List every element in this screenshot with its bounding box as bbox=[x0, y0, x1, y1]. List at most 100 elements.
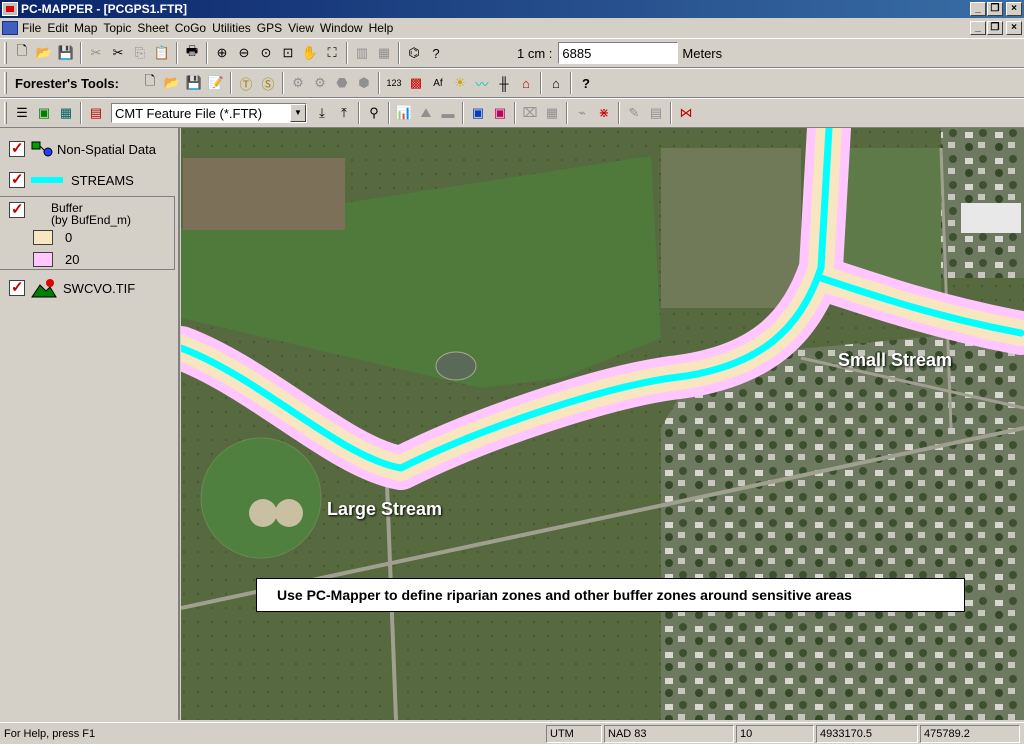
menu-map[interactable]: Map bbox=[74, 21, 103, 35]
pan-hand-icon[interactable]: ✋ bbox=[299, 42, 321, 64]
gps-receiver-icon[interactable]: ⌁ bbox=[571, 102, 593, 124]
tree-s-icon[interactable]: Ⓢ bbox=[257, 72, 279, 94]
open-folder-icon[interactable]: 📂 bbox=[33, 42, 55, 64]
af-icon[interactable]: Af bbox=[427, 72, 449, 94]
ft-open-icon[interactable]: 📂 bbox=[161, 72, 183, 94]
lamp-icon[interactable]: ⌬ bbox=[403, 42, 425, 64]
numeric-123-icon[interactable]: 123 bbox=[383, 72, 405, 94]
restore-button[interactable]: ❐ bbox=[987, 2, 1003, 16]
minimize-button[interactable]: _ bbox=[970, 2, 986, 16]
menu-window[interactable]: Window bbox=[320, 21, 369, 35]
legend-row-streams[interactable]: STREAMS bbox=[0, 170, 178, 188]
legend-row-buffer[interactable]: Buffer (by BufEnd_m) bbox=[0, 200, 178, 226]
menu-bar: File Edit Map Topic Sheet CoGo Utilities… bbox=[0, 18, 1024, 38]
gear-2-icon[interactable]: ⚙ bbox=[309, 72, 331, 94]
foresters-tools-label: Forester's Tools: bbox=[15, 75, 119, 91]
scale-input[interactable] bbox=[558, 42, 679, 64]
polygon-2-icon[interactable]: ⬢ bbox=[353, 72, 375, 94]
map-view-icon[interactable]: ▣ bbox=[33, 102, 55, 124]
menu-gps[interactable]: GPS bbox=[257, 21, 288, 35]
context-help-icon[interactable]: ? bbox=[425, 42, 447, 64]
traverse-icon[interactable]: ⋈ bbox=[675, 102, 697, 124]
layer-visibility-checkbox[interactable] bbox=[9, 139, 25, 157]
barn-icon[interactable]: ⌂ bbox=[515, 72, 537, 94]
menu-topic[interactable]: Topic bbox=[103, 21, 137, 35]
zoom-extent-icon[interactable]: ⛶ bbox=[321, 42, 343, 64]
menu-view[interactable]: View bbox=[288, 21, 320, 35]
house-icon[interactable]: ⌂ bbox=[545, 72, 567, 94]
ft-save-icon[interactable]: 💾 bbox=[183, 72, 205, 94]
map-canvas[interactable]: Large Stream Small Stream bbox=[181, 128, 1024, 720]
tree-t-icon[interactable]: Ⓣ bbox=[235, 72, 257, 94]
feature-file-select[interactable]: CMT Feature File (*.FTR) ▼ bbox=[111, 103, 307, 123]
scale-unit: Meters bbox=[682, 45, 723, 61]
export-icon[interactable]: ⤒ bbox=[333, 102, 355, 124]
camera-icon[interactable]: ⌧ bbox=[519, 102, 541, 124]
ft-report-icon[interactable]: 📝 bbox=[205, 72, 227, 94]
chevron-down-icon[interactable]: ▼ bbox=[290, 104, 306, 122]
toolbar-grip[interactable] bbox=[4, 72, 7, 94]
doc-restore-button[interactable]: ❐ bbox=[987, 21, 1003, 35]
split-view-icon[interactable]: ▬ bbox=[437, 102, 459, 124]
legend-toggle-icon[interactable]: ☰ bbox=[11, 102, 33, 124]
table-view-icon[interactable]: ▦ bbox=[55, 102, 77, 124]
import-icon[interactable]: ⤓ bbox=[311, 102, 333, 124]
chart-icon[interactable]: 📊 bbox=[393, 102, 415, 124]
paste-icon[interactable]: 📋 bbox=[151, 42, 173, 64]
grid-icon[interactable]: ▦ bbox=[541, 102, 563, 124]
close-button[interactable]: × bbox=[1006, 2, 1022, 16]
profile-icon[interactable]: ⛰ bbox=[415, 102, 437, 124]
toolbar-grip[interactable] bbox=[4, 42, 7, 64]
edit-pen-icon[interactable]: ✎ bbox=[623, 102, 645, 124]
menu-help[interactable]: Help bbox=[369, 21, 400, 35]
cut-feature-icon[interactable]: ✂ bbox=[107, 42, 129, 64]
save-icon[interactable]: 💾 bbox=[55, 42, 77, 64]
stream-line-icon[interactable]: 〰 bbox=[471, 72, 493, 94]
ft-new-icon[interactable]: 🗋 bbox=[139, 72, 161, 94]
legend-panel: Non-Spatial Data STREAMS Buffer (by BufE… bbox=[0, 128, 180, 720]
delete-column-icon[interactable]: ▦ bbox=[373, 42, 395, 64]
menu-sheet[interactable]: Sheet bbox=[137, 21, 174, 35]
legend-row-image[interactable]: SWCVO.TIF bbox=[0, 278, 178, 298]
attribute-table-icon[interactable]: ▤ bbox=[645, 102, 667, 124]
insert-column-icon[interactable]: ▥ bbox=[351, 42, 373, 64]
image-2-icon[interactable]: ▣ bbox=[489, 102, 511, 124]
zoom-out-icon[interactable]: ⊖ bbox=[233, 42, 255, 64]
gps-signal-icon[interactable]: ⋇ bbox=[593, 102, 615, 124]
raster-image-icon bbox=[31, 279, 57, 298]
polygon-1-icon[interactable]: ⬣ bbox=[331, 72, 353, 94]
legend-row-nonspatial[interactable]: Non-Spatial Data bbox=[0, 139, 178, 158]
grid-layer-icon[interactable]: ▩ bbox=[405, 72, 427, 94]
new-file-icon[interactable]: 🗋 bbox=[11, 42, 33, 64]
menu-utilities[interactable]: Utilities bbox=[212, 21, 257, 35]
layers-color-icon[interactable]: ▤ bbox=[85, 102, 107, 124]
small-stream-label: Small Stream bbox=[838, 350, 953, 370]
zoom-window-icon[interactable]: ⊡ bbox=[277, 42, 299, 64]
title-bar: PC-MAPPER - [PCGPS1.FTR] _ ❐ × bbox=[0, 0, 1024, 18]
gear-1-icon[interactable]: ⚙ bbox=[287, 72, 309, 94]
layer-visibility-checkbox[interactable] bbox=[9, 200, 25, 218]
zoom-previous-icon[interactable]: ⊙ bbox=[255, 42, 277, 64]
menu-edit[interactable]: Edit bbox=[47, 21, 74, 35]
cut-icon[interactable]: ✂ bbox=[85, 42, 107, 64]
doc-minimize-button[interactable]: _ bbox=[970, 21, 986, 35]
print-icon[interactable]: 🖶 bbox=[181, 42, 203, 64]
help-icon[interactable]: ? bbox=[575, 72, 597, 94]
image-1-icon[interactable]: ▣ bbox=[467, 102, 489, 124]
menu-file[interactable]: File bbox=[22, 21, 47, 35]
app-icon bbox=[2, 2, 18, 16]
doc-close-button[interactable]: × bbox=[1006, 21, 1022, 35]
copy-icon[interactable]: ⎘ bbox=[129, 42, 151, 64]
layer-visibility-checkbox[interactable] bbox=[9, 170, 25, 188]
toolbar-grip[interactable] bbox=[4, 102, 7, 124]
nonspatial-data-icon bbox=[31, 141, 53, 157]
columns-icon[interactable]: ╫ bbox=[493, 72, 515, 94]
layer-visibility-checkbox[interactable] bbox=[9, 278, 25, 296]
status-northing: 4933170.5 bbox=[816, 724, 918, 743]
sun-icon[interactable]: ☀ bbox=[449, 72, 471, 94]
window-title: PC-MAPPER - [PCGPS1.FTR] bbox=[21, 2, 188, 16]
identify-icon[interactable]: ⚲ bbox=[363, 102, 385, 124]
zoom-in-icon[interactable]: ⊕ bbox=[211, 42, 233, 64]
document-icon[interactable] bbox=[2, 21, 18, 35]
menu-cogo[interactable]: CoGo bbox=[175, 21, 212, 35]
